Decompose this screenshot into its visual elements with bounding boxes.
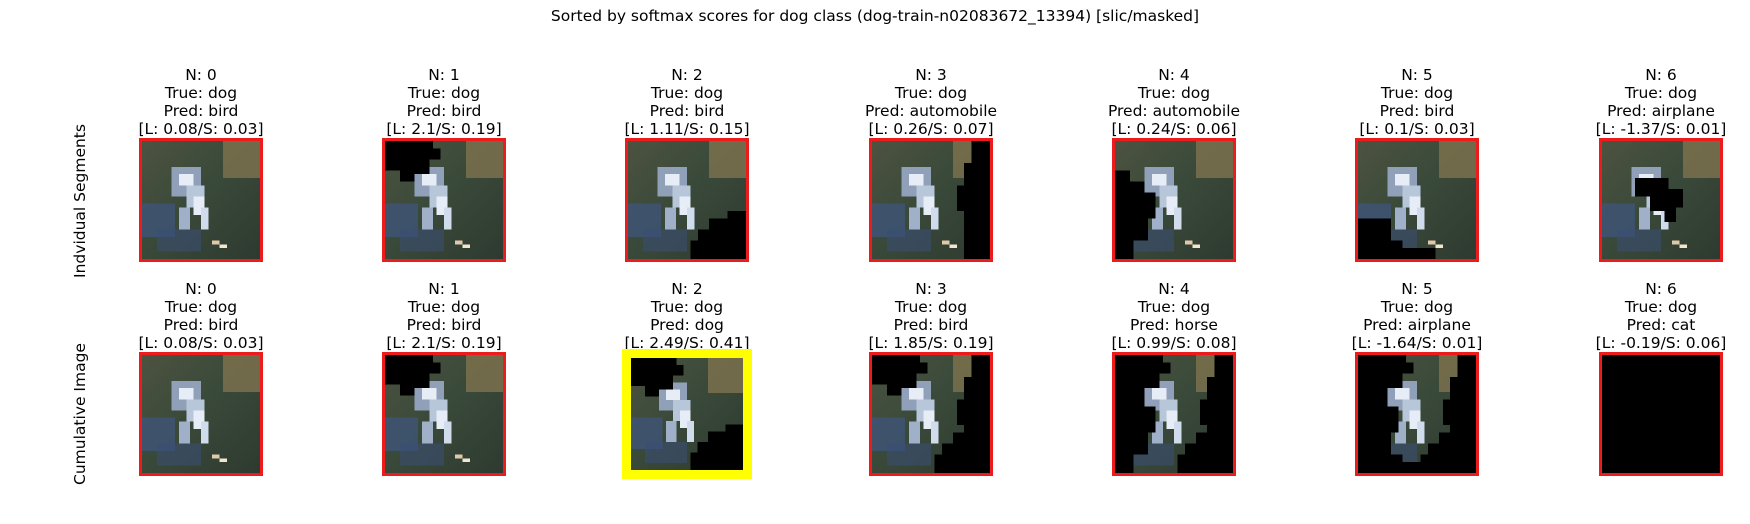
panel-pred-label: Pred: automobile <box>1107 102 1241 120</box>
row-label-cumulative: Cumulative Image <box>71 343 89 485</box>
panel-pred-label: Pred: bird <box>163 102 239 120</box>
panel-true-label: True: dog <box>894 84 968 102</box>
panel-scores: [L: -1.37/S: 0.01] <box>1595 120 1727 138</box>
panel-true-label: True: dog <box>1380 84 1454 102</box>
segment-image <box>139 352 263 476</box>
segment-image <box>1112 352 1236 476</box>
individual-panel-4: N: 4 True: dog Pred: automobile [L: 0.24/S:… <box>1069 66 1279 262</box>
highlighted-segment-image <box>622 349 752 479</box>
panel-pred-label: Pred: bird <box>163 316 239 334</box>
panel-index: N: 4 <box>1158 66 1190 84</box>
cumulative-panel-5: N: 5 True: dog Pred: airplane [L: -1.64/S: … <box>1312 280 1522 476</box>
cumulative-panel-6: N: 6 True: dog Pred: cat [L: -0.19/S: 0.06] <box>1556 280 1750 476</box>
panel-true-label: True: dog <box>164 84 238 102</box>
panel-scores: [L: 0.08/S: 0.03] <box>138 334 264 352</box>
cumulative-panel-2: N: 2 True: dog Pred: dog [L: 2.49/S: 0.41] <box>582 280 792 479</box>
panel-index: N: 6 <box>1645 280 1677 298</box>
panel-index: N: 0 <box>185 66 217 84</box>
panel-true-label: True: dog <box>650 84 724 102</box>
segment-image <box>1112 138 1236 262</box>
segment-image <box>382 352 506 476</box>
individual-panel-6: N: 6 True: dog Pred: airplane [L: -1.37/S: … <box>1556 66 1750 262</box>
panel-true-label: True: dog <box>1380 298 1454 316</box>
panel-true-label: True: dog <box>164 298 238 316</box>
panel-pred-label: Pred: bird <box>406 316 482 334</box>
panel-index: N: 4 <box>1158 280 1190 298</box>
segment-image <box>869 138 993 262</box>
individual-panel-2: N: 2 True: dog Pred: bird [L: 1.11/S: 0.15] <box>582 66 792 262</box>
panel-scores: [L: -0.19/S: 0.06] <box>1595 334 1727 352</box>
panel-scores: [L: 2.1/S: 0.19] <box>386 120 502 138</box>
segment-image <box>382 138 506 262</box>
panel-pred-label: Pred: bird <box>649 102 725 120</box>
panel-index: N: 6 <box>1645 66 1677 84</box>
panel-pred-label: Pred: dog <box>650 316 724 334</box>
panel-true-label: True: dog <box>650 298 724 316</box>
panel-true-label: True: dog <box>1624 298 1698 316</box>
panel-index: N: 3 <box>915 280 947 298</box>
segment-image <box>139 138 263 262</box>
panel-pred-label: Pred: bird <box>1379 102 1455 120</box>
segment-image <box>1355 352 1479 476</box>
panel-true-label: True: dog <box>894 298 968 316</box>
cumulative-panel-4: N: 4 True: dog Pred: horse [L: 0.99/S: 0.08… <box>1069 280 1279 476</box>
panel-true-label: True: dog <box>407 298 481 316</box>
panel-pred-label: Pred: automobile <box>864 102 998 120</box>
panel-true-label: True: dog <box>1137 298 1211 316</box>
panel-scores: [L: 1.85/S: 0.19] <box>868 334 994 352</box>
panel-index: N: 2 <box>671 66 703 84</box>
panel-index: N: 0 <box>185 280 217 298</box>
panel-pred-label: Pred: cat <box>1626 316 1696 334</box>
figure-title: Sorted by softmax scores for dog class (… <box>550 7 1200 25</box>
panel-true-label: True: dog <box>1137 84 1211 102</box>
segment-image <box>1599 138 1723 262</box>
panel-index: N: 5 <box>1401 66 1433 84</box>
cumulative-panel-1: N: 1 True: dog Pred: bird [L: 2.1/S: 0.19] <box>339 280 549 476</box>
panel-scores: [L: -1.64/S: 0.01] <box>1351 334 1483 352</box>
individual-panel-0: N: 0 True: dog Pred: bird [L: 0.08/S: 0.03] <box>96 66 306 262</box>
mask-region-all <box>1602 355 1720 473</box>
segment-image <box>1599 352 1723 476</box>
panel-pred-label: Pred: bird <box>893 316 969 334</box>
panel-index: N: 3 <box>915 66 947 84</box>
segment-image <box>869 352 993 476</box>
segment-image <box>1355 138 1479 262</box>
row-label-individual: Indvidual Segments <box>71 124 89 278</box>
panel-scores: [L: 0.24/S: 0.06] <box>1111 120 1237 138</box>
cumulative-panel-3: N: 3 True: dog Pred: bird [L: 1.85/S: 0.19] <box>826 280 1036 476</box>
cumulative-panel-0: N: 0 True: dog Pred: bird [L: 0.08/S: 0.03] <box>96 280 306 476</box>
individual-panel-5: N: 5 True: dog Pred: bird [L: 0.1/S: 0.03] <box>1312 66 1522 262</box>
segment-image <box>625 138 749 262</box>
panel-pred-label: Pred: airplane <box>1363 316 1471 334</box>
panel-scores: [L: 0.1/S: 0.03] <box>1359 120 1475 138</box>
panel-pred-label: Pred: horse <box>1130 316 1218 334</box>
panel-pred-label: Pred: bird <box>406 102 482 120</box>
panel-index: N: 5 <box>1401 280 1433 298</box>
panel-index: N: 1 <box>428 280 460 298</box>
panel-scores: [L: 0.26/S: 0.07] <box>868 120 994 138</box>
individual-panel-1: N: 1 True: dog Pred: bird [L: 2.1/S: 0.19] <box>339 66 549 262</box>
panel-scores: [L: 0.08/S: 0.03] <box>138 120 264 138</box>
individual-panel-3: N: 3 True: dog Pred: automobile [L: 0.26/S:… <box>826 66 1036 262</box>
panel-index: N: 2 <box>671 280 703 298</box>
panel-scores: [L: 2.1/S: 0.19] <box>386 334 502 352</box>
panel-true-label: True: dog <box>1624 84 1698 102</box>
panel-true-label: True: dog <box>407 84 481 102</box>
panel-pred-label: Pred: airplane <box>1607 102 1715 120</box>
panel-scores: [L: 1.11/S: 0.15] <box>624 120 750 138</box>
panel-index: N: 1 <box>428 66 460 84</box>
panel-scores: [L: 0.99/S: 0.08] <box>1111 334 1237 352</box>
